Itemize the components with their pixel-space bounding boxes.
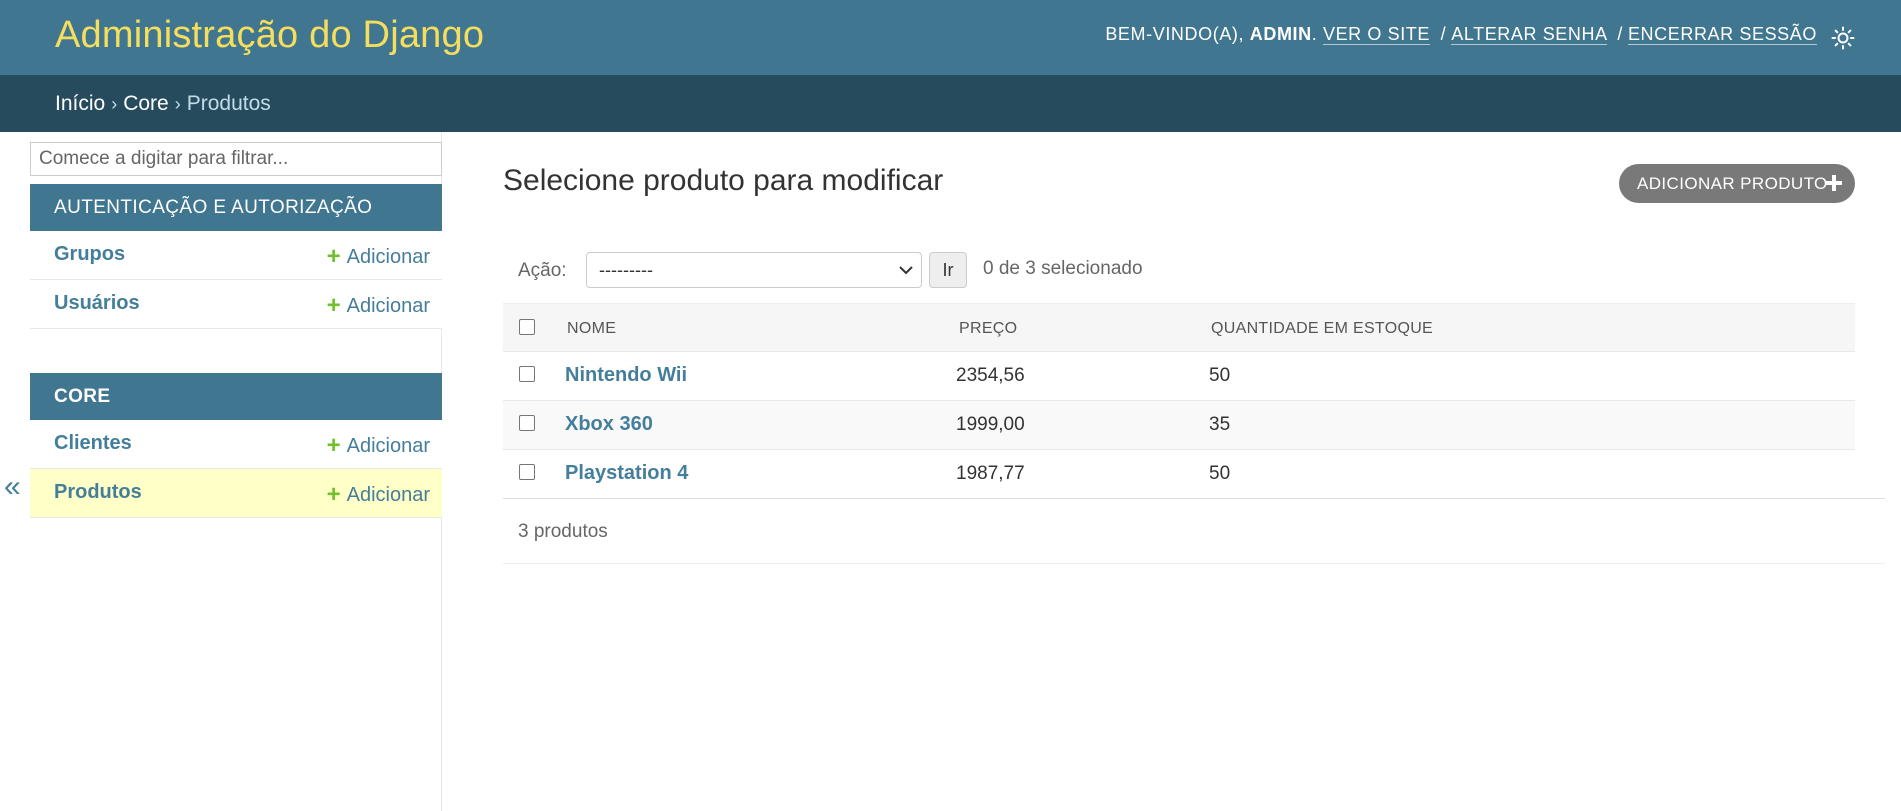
cell-stock: 50 xyxy=(1209,365,1231,386)
action-select[interactable]: --------- xyxy=(586,252,922,288)
module-caption-auth[interactable]: Autenticação e Autorização xyxy=(30,184,442,231)
breadcrumb-separator: › xyxy=(111,94,118,114)
cell-price: 1987,77 xyxy=(956,463,1025,484)
select-all-checkbox[interactable] xyxy=(519,319,535,335)
action-label: Ação: xyxy=(518,260,567,281)
theme-toggle-button[interactable] xyxy=(1831,26,1855,50)
table-row: Playstation 4 1987,77 50 xyxy=(503,450,1855,499)
model-link-grupos[interactable]: Grupos xyxy=(54,243,125,266)
sidebar-item-clientes: Clientes + Adicionar xyxy=(30,420,442,469)
add-grupos-link[interactable]: + Adicionar xyxy=(327,243,430,271)
breadcrumb-home[interactable]: Início xyxy=(55,92,105,115)
column-header-preco[interactable]: Preço xyxy=(959,320,1017,338)
column-header-nome[interactable]: Nome xyxy=(567,320,616,338)
change-password-link[interactable]: Alterar senha xyxy=(1451,24,1607,45)
paginator: 3 produtos xyxy=(518,521,608,542)
sun-icon xyxy=(1831,26,1855,50)
action-select-value: --------- xyxy=(599,260,653,280)
row-checkbox[interactable] xyxy=(519,464,535,480)
separator: / xyxy=(1440,24,1447,44)
paginator-divider xyxy=(503,563,1885,564)
row-checkbox[interactable] xyxy=(519,366,535,382)
product-link[interactable]: Nintendo Wii xyxy=(565,364,687,387)
breadcrumb-current: Produtos xyxy=(186,92,271,115)
breadcrumb: Início › Core › Produtos xyxy=(0,75,1901,132)
plus-icon: + xyxy=(326,292,341,319)
welcome-text: Bem-vindo(a), xyxy=(1105,24,1245,44)
nav-sidebar: Autenticação e Autorização Grupos +Adici… xyxy=(30,132,442,811)
model-link-produtos[interactable]: Produtos xyxy=(54,481,142,504)
cell-price: 2354,56 xyxy=(956,365,1025,386)
plus-icon: + xyxy=(326,243,341,270)
table-divider xyxy=(503,498,1885,499)
site-brand[interactable]: Administração do Django xyxy=(55,14,484,57)
table-header: Nome Preço Quantidade em estoque xyxy=(503,303,1855,352)
cell-price: 1999,00 xyxy=(956,414,1025,435)
sidebar-item-grupos: Grupos + Adicionar xyxy=(30,231,442,280)
page-title: Selecione produto para modificar xyxy=(503,164,944,197)
module-caption-core[interactable]: Core xyxy=(30,373,442,420)
table-row: Xbox 360 1999,00 35 xyxy=(503,401,1855,450)
user-tools: Bem-vindo(a), admin. Ver o site / Alterar… xyxy=(1105,24,1817,45)
plus-icon xyxy=(1826,175,1842,191)
plus-icon: + xyxy=(326,432,341,459)
add-usuarios-link[interactable]: + Adicionar xyxy=(327,292,430,320)
selected-count: 0 de 3 selecionado xyxy=(983,258,1143,279)
product-link[interactable]: Playstation 4 xyxy=(565,462,688,485)
nav-filter-input[interactable] xyxy=(30,142,442,176)
add-produto-button[interactable]: Adicionar Produto xyxy=(1619,164,1855,203)
plus-icon: + xyxy=(326,481,341,508)
row-checkbox[interactable] xyxy=(519,415,535,431)
view-site-link[interactable]: Ver o site xyxy=(1322,24,1430,45)
sidebar-item-produtos: Produtos + Adicionar xyxy=(30,469,442,518)
cell-stock: 50 xyxy=(1209,463,1231,484)
cell-stock: 35 xyxy=(1209,414,1231,435)
chevron-down-icon xyxy=(899,266,913,275)
go-button[interactable]: Ir xyxy=(929,252,967,288)
username: admin xyxy=(1249,24,1312,44)
sidebar-item-usuarios: Usuários + Adicionar xyxy=(30,280,442,329)
breadcrumb-core[interactable]: Core xyxy=(123,92,169,115)
model-link-clientes[interactable]: Clientes xyxy=(54,432,132,455)
breadcrumb-separator: › xyxy=(174,94,181,114)
model-link-usuarios[interactable]: Usuários xyxy=(54,292,140,315)
table-row: Nintendo Wii 2354,56 50 xyxy=(503,352,1855,401)
separator: / xyxy=(1617,24,1623,44)
column-header-quantidade[interactable]: Quantidade em estoque xyxy=(1211,320,1433,338)
add-produtos-link[interactable]: + Adicionar xyxy=(327,481,430,509)
logout-link[interactable]: Encerrar sessão xyxy=(1627,24,1817,45)
add-clientes-link[interactable]: + Adicionar xyxy=(327,432,430,460)
sidebar-collapse-toggle[interactable]: « xyxy=(4,470,21,504)
site-header: Administração do Django Bem-vindo(a), ad… xyxy=(0,0,1901,75)
product-link[interactable]: Xbox 360 xyxy=(565,413,653,436)
